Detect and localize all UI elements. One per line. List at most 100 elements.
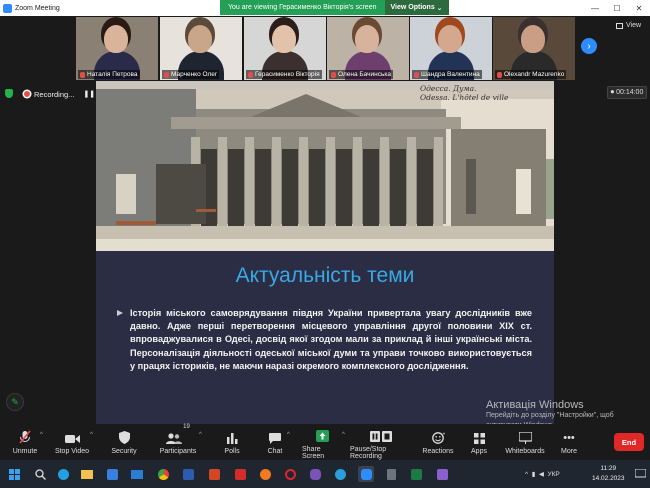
notifications-icon[interactable]: [632, 466, 648, 482]
windows-start-icon[interactable]: [6, 466, 22, 482]
telegram-icon[interactable]: [332, 466, 348, 482]
network-icon[interactable]: ▮: [532, 470, 536, 478]
stop-video-button[interactable]: Stop Video ^: [52, 424, 93, 460]
zoom-window: Zoom Meeting — ☐ ✕ You are viewing Герас…: [0, 0, 650, 488]
participant-face: [355, 25, 379, 53]
share-screen-icon: [315, 424, 329, 442]
chevron-right-icon: ›: [587, 40, 591, 52]
polls-button[interactable]: Polls: [219, 424, 245, 460]
pencil-icon: ✎: [11, 396, 19, 407]
apps-grid-icon: [473, 424, 485, 444]
participant-face: [521, 25, 545, 53]
opera-icon[interactable]: [282, 466, 298, 482]
video-camera-icon: [64, 424, 80, 444]
mic-muted-icon: [164, 71, 169, 78]
participant-name-label: Olexandr Mazurenko: [495, 70, 567, 79]
more-button[interactable]: ••• More: [558, 424, 580, 460]
chat-bubble-icon: [269, 424, 281, 444]
mic-muted-icon: [497, 71, 502, 78]
excel-icon[interactable]: [408, 466, 424, 482]
pause-stop-recording-button[interactable]: Pause/Stop Recording: [350, 424, 412, 460]
reactions-button[interactable]: + Reactions: [422, 424, 454, 460]
shared-slide: Одесса. Дума. Odessa. L'hôtel de ville А…: [96, 81, 554, 424]
participant-face: [188, 25, 212, 53]
participant-strip: Наталія Петрова Марченко Олег Герасименко …: [0, 16, 650, 82]
next-page-button[interactable]: ›: [581, 38, 597, 54]
word-icon[interactable]: [180, 466, 196, 482]
chevron-up-icon[interactable]: ^: [342, 432, 345, 438]
unmute-button[interactable]: Unmute ^: [8, 424, 43, 460]
powerpoint-icon[interactable]: [206, 466, 222, 482]
participant-tile[interactable]: Марченко Олег: [160, 17, 242, 80]
more-dots-icon: •••: [563, 432, 575, 444]
record-dot-icon: [24, 91, 30, 97]
viber-icon[interactable]: [307, 466, 323, 482]
chrome-icon[interactable]: [155, 466, 171, 482]
participant-face: [438, 25, 462, 53]
zoom-taskbar-icon[interactable]: [358, 466, 374, 482]
meeting-timer: ⏺ 00:14:00: [607, 86, 647, 99]
share-banner-message: You are viewing Герасименко Вікторія's s…: [220, 0, 385, 15]
chevron-up-icon[interactable]: ^: [199, 432, 202, 438]
security-button[interactable]: Security: [108, 424, 140, 460]
odessa-city-hall-illustration: [96, 89, 554, 239]
app-icon[interactable]: [434, 466, 450, 482]
mic-muted-icon: [414, 71, 419, 78]
edge-browser-icon[interactable]: [55, 466, 71, 482]
participant-tile[interactable]: Olexandr Mazurenko: [493, 17, 575, 80]
chevron-up-icon[interactable]: ^: [40, 432, 43, 438]
close-icon[interactable]: ✕: [628, 0, 650, 16]
participants-count: 19: [183, 424, 190, 430]
chevron-up-icon[interactable]: ^: [90, 432, 93, 438]
window-title: Zoom Meeting: [15, 4, 60, 12]
input-language[interactable]: УКР: [548, 471, 560, 478]
view-options-button[interactable]: View Options ⌄: [384, 0, 449, 15]
shield-icon: [118, 424, 130, 444]
firefox-icon[interactable]: [257, 466, 273, 482]
smiley-plus-icon: +: [431, 424, 445, 444]
grid-view-icon: [616, 22, 623, 29]
participant-name-label: Олена Бачинська: [329, 70, 393, 79]
minimize-icon[interactable]: —: [584, 0, 606, 16]
encryption-shield-icon[interactable]: [5, 89, 13, 98]
end-meeting-button[interactable]: End: [614, 433, 644, 451]
pause-recording-button[interactable]: ❚❚: [83, 90, 95, 98]
bullet-arrow-icon: [117, 310, 123, 316]
mail-icon[interactable]: [129, 466, 145, 482]
participant-tile[interactable]: Наталія Петрова: [76, 17, 158, 80]
mic-muted-icon: [80, 71, 85, 78]
participant-face: [104, 25, 128, 53]
slide-body-text: Історія міського самоврядування півдня У…: [130, 308, 532, 371]
participant-tile[interactable]: Шандра Валентина: [410, 17, 492, 80]
timer-icon: ⏺: [610, 88, 615, 96]
meeting-toolbar: Unmute ^ Stop Video ^ Security 19 Partic…: [0, 424, 650, 460]
photo-caption: Одесса. Дума. Odessa. L'hôtel de ville: [420, 84, 509, 102]
zoom-logo-icon: [3, 3, 12, 13]
participants-icon: 19: [166, 424, 190, 444]
search-icon[interactable]: [32, 466, 48, 482]
volume-icon[interactable]: ◀: [539, 470, 544, 478]
whiteboards-button[interactable]: Whiteboards: [503, 424, 547, 460]
polls-icon: [226, 424, 238, 444]
mic-muted-icon: [248, 71, 253, 78]
annotate-pencil-button[interactable]: ✎: [6, 393, 24, 411]
whiteboard-icon: [518, 424, 532, 444]
svg-text:+: +: [442, 432, 445, 438]
maximize-icon[interactable]: ☐: [606, 0, 628, 16]
taskbar-clock[interactable]: 11:29 14.02.2023: [592, 464, 625, 484]
apps-button[interactable]: Apps: [468, 424, 490, 460]
file-explorer-icon[interactable]: [79, 466, 95, 482]
chat-button[interactable]: Chat ^: [263, 424, 290, 460]
participants-button[interactable]: 19 Participants ^: [155, 424, 202, 460]
slide-photo: Одесса. Дума. Odessa. L'hôtel de ville: [96, 81, 554, 251]
participant-tile[interactable]: Олена Бачинська: [327, 17, 409, 80]
view-button[interactable]: View: [616, 22, 641, 29]
share-screen-button[interactable]: Share Screen ^: [302, 424, 345, 460]
slide-title: Актуальність теми: [235, 264, 415, 287]
calculator-icon[interactable]: [383, 466, 399, 482]
store-icon[interactable]: [104, 466, 120, 482]
chevron-up-icon[interactable]: ^: [525, 471, 528, 478]
chevron-up-icon[interactable]: ^: [287, 432, 290, 438]
acrobat-icon[interactable]: [232, 466, 248, 482]
participant-tile[interactable]: Герасименко Вікторія: [244, 17, 326, 80]
